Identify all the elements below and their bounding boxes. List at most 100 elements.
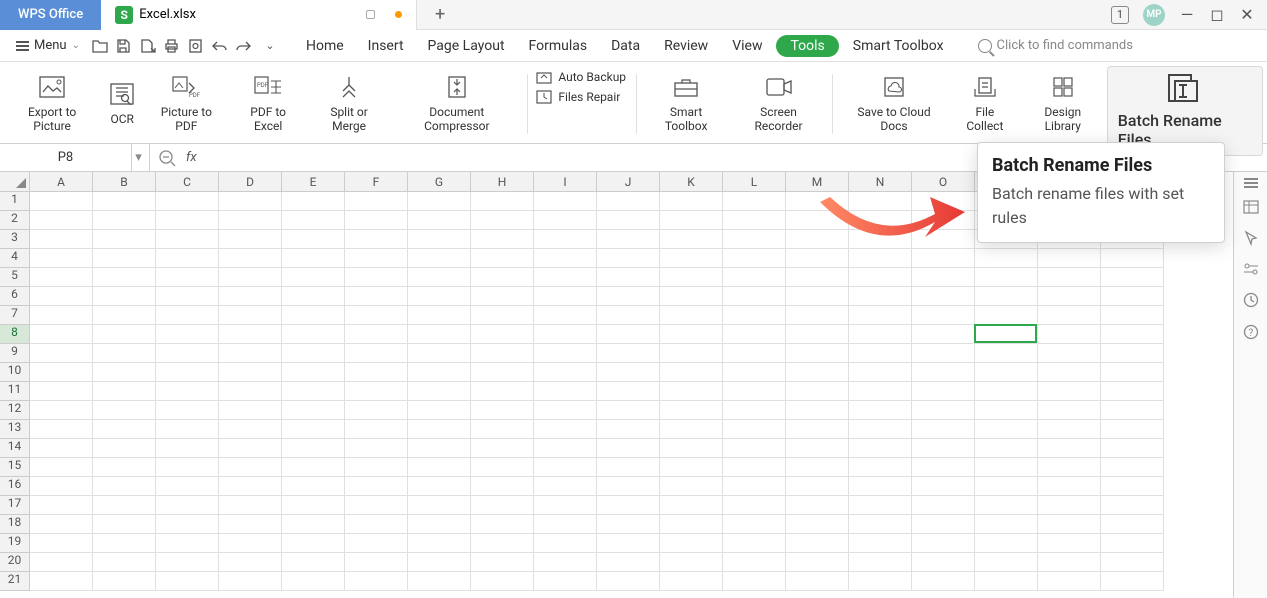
cell[interactable] xyxy=(1101,344,1164,363)
cell[interactable] xyxy=(345,344,408,363)
split-merge-button[interactable]: Split or Merge xyxy=(308,66,390,140)
cell[interactable] xyxy=(282,401,345,420)
row-header[interactable]: 21 xyxy=(0,572,30,591)
row-header[interactable]: 3 xyxy=(0,230,30,249)
minimize-button[interactable]: — xyxy=(1179,5,1195,24)
cell[interactable] xyxy=(345,553,408,572)
cell[interactable] xyxy=(786,572,849,591)
cell[interactable] xyxy=(30,325,93,344)
cell[interactable] xyxy=(408,572,471,591)
cell[interactable] xyxy=(1101,249,1164,268)
cell[interactable] xyxy=(534,211,597,230)
cell[interactable] xyxy=(30,344,93,363)
cell[interactable] xyxy=(1038,382,1101,401)
column-header[interactable]: C xyxy=(156,172,219,192)
cell[interactable] xyxy=(30,287,93,306)
cell[interactable] xyxy=(912,496,975,515)
cell[interactable] xyxy=(156,344,219,363)
cell[interactable] xyxy=(975,401,1038,420)
cell[interactable] xyxy=(93,268,156,287)
cell[interactable] xyxy=(282,439,345,458)
cell[interactable] xyxy=(282,382,345,401)
cell[interactable] xyxy=(849,420,912,439)
cell[interactable] xyxy=(282,420,345,439)
cell[interactable] xyxy=(282,192,345,211)
cell[interactable] xyxy=(219,458,282,477)
cell[interactable] xyxy=(1038,249,1101,268)
cell[interactable] xyxy=(723,268,786,287)
cell[interactable] xyxy=(786,192,849,211)
cell[interactable] xyxy=(786,325,849,344)
sidebar-select-icon[interactable] xyxy=(1244,230,1258,246)
cell[interactable] xyxy=(849,325,912,344)
row-header[interactable]: 14 xyxy=(0,439,30,458)
cell[interactable] xyxy=(849,496,912,515)
cell[interactable] xyxy=(408,344,471,363)
cell[interactable] xyxy=(660,477,723,496)
cell[interactable] xyxy=(471,496,534,515)
cell[interactable] xyxy=(30,420,93,439)
column-header[interactable]: M xyxy=(786,172,849,192)
cell[interactable] xyxy=(156,325,219,344)
cell[interactable] xyxy=(786,344,849,363)
cell[interactable] xyxy=(534,401,597,420)
cell[interactable] xyxy=(30,496,93,515)
cell[interactable] xyxy=(975,458,1038,477)
cell[interactable] xyxy=(723,534,786,553)
cell[interactable] xyxy=(534,306,597,325)
cell[interactable] xyxy=(597,572,660,591)
cell[interactable] xyxy=(660,192,723,211)
cell[interactable] xyxy=(660,325,723,344)
row-header[interactable]: 1 xyxy=(0,192,30,211)
cell[interactable] xyxy=(786,458,849,477)
cell[interactable] xyxy=(1038,496,1101,515)
cell[interactable] xyxy=(156,496,219,515)
document-tab[interactable]: S Excel.xlsx xyxy=(101,0,417,30)
cell[interactable] xyxy=(1101,268,1164,287)
cell[interactable] xyxy=(786,496,849,515)
cell[interactable] xyxy=(660,363,723,382)
cell[interactable] xyxy=(93,439,156,458)
cell[interactable] xyxy=(156,268,219,287)
cell[interactable] xyxy=(1038,287,1101,306)
cell[interactable] xyxy=(282,325,345,344)
cell[interactable] xyxy=(219,572,282,591)
cell[interactable] xyxy=(471,325,534,344)
cell[interactable] xyxy=(849,344,912,363)
cell[interactable] xyxy=(408,287,471,306)
cell[interactable] xyxy=(1038,572,1101,591)
cell[interactable] xyxy=(30,249,93,268)
cell[interactable] xyxy=(786,515,849,534)
cell[interactable] xyxy=(30,268,93,287)
cell[interactable] xyxy=(723,230,786,249)
cell[interactable] xyxy=(723,192,786,211)
command-search[interactable]: Click to find commands xyxy=(978,38,1133,53)
cell[interactable] xyxy=(912,382,975,401)
cell[interactable] xyxy=(597,439,660,458)
cell[interactable] xyxy=(723,420,786,439)
row-header[interactable]: 5 xyxy=(0,268,30,287)
cell[interactable] xyxy=(597,249,660,268)
row-header[interactable]: 2 xyxy=(0,211,30,230)
cell[interactable] xyxy=(282,363,345,382)
cell[interactable] xyxy=(345,496,408,515)
cell[interactable] xyxy=(597,382,660,401)
cell[interactable] xyxy=(660,553,723,572)
cell[interactable] xyxy=(156,382,219,401)
cell[interactable] xyxy=(1038,363,1101,382)
cell[interactable] xyxy=(1038,534,1101,553)
sidebar-settings-icon[interactable] xyxy=(1243,262,1259,276)
column-header[interactable]: B xyxy=(93,172,156,192)
tab-page-layout[interactable]: Page Layout xyxy=(418,35,515,57)
main-menu-button[interactable]: Menu ⌄ xyxy=(8,35,88,56)
cell[interactable] xyxy=(30,458,93,477)
cell[interactable] xyxy=(345,515,408,534)
cell[interactable] xyxy=(345,458,408,477)
cell[interactable] xyxy=(345,268,408,287)
cell[interactable] xyxy=(408,268,471,287)
row-header[interactable]: 9 xyxy=(0,344,30,363)
tab-insert[interactable]: Insert xyxy=(358,35,414,57)
cell[interactable] xyxy=(597,325,660,344)
column-header[interactable]: F xyxy=(345,172,408,192)
cell[interactable] xyxy=(219,420,282,439)
